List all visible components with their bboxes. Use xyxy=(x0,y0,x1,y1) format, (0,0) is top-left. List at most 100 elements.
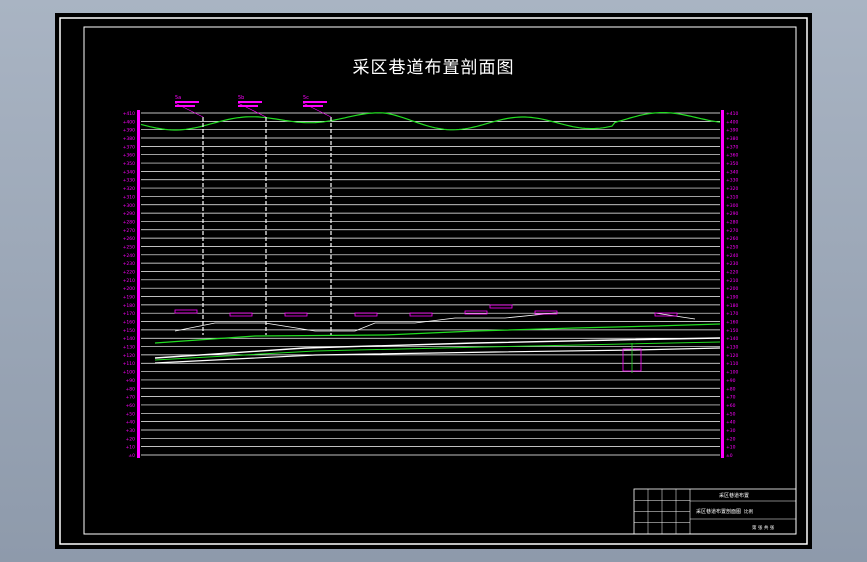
elevation-label: +140 xyxy=(123,336,135,342)
borehole-tag xyxy=(303,105,323,107)
coal-seams xyxy=(154,304,721,373)
elevation-label: +60 xyxy=(126,403,136,409)
elevation-label: +260 xyxy=(123,236,135,242)
elevation-label: +410 xyxy=(726,111,738,117)
elevation-label: +290 xyxy=(726,211,738,217)
elevation-label: +210 xyxy=(726,278,738,284)
outer-frame xyxy=(59,17,808,545)
elevation-label: +290 xyxy=(123,211,135,217)
elevation-label: +330 xyxy=(726,178,738,184)
elevation-label: +20 xyxy=(726,436,736,442)
elevation-label: +310 xyxy=(726,194,738,200)
roadway-marker xyxy=(464,310,488,315)
elevation-label: +100 xyxy=(123,370,135,376)
borehole-tag xyxy=(303,101,327,103)
elevation-label: +240 xyxy=(123,253,135,259)
elevation-label: +170 xyxy=(123,311,135,317)
elevation-label: +70 xyxy=(126,395,136,401)
elevation-label: +260 xyxy=(726,236,738,242)
elevation-label: +160 xyxy=(123,320,135,326)
elevation-label: +410 xyxy=(123,111,135,117)
elevation-label: +390 xyxy=(123,128,135,134)
elevation-label: +390 xyxy=(726,128,738,134)
elevation-label: +150 xyxy=(726,328,738,334)
elevation-label: +320 xyxy=(726,186,738,192)
right-elevation-bar xyxy=(721,110,724,458)
elevation-label: +220 xyxy=(123,269,135,275)
cad-drawing-canvas: +410 +400 +390 +380 +370 +360 +350 +340 +330 +320… xyxy=(59,17,808,545)
elevation-label: +210 xyxy=(123,278,135,284)
roadway-outline xyxy=(174,312,696,332)
borehole-tag xyxy=(238,105,258,107)
boreholes: 5a 5b 5c xyxy=(174,95,332,335)
elevation-label: +340 xyxy=(726,169,738,175)
elevation-label: +50 xyxy=(726,411,736,417)
elevation-label: +190 xyxy=(726,295,738,301)
elevation-label: +400 xyxy=(123,119,135,125)
elevation-label: +30 xyxy=(126,428,136,434)
elevation-label: +50 xyxy=(126,411,136,417)
elevation-label: +300 xyxy=(726,203,738,209)
elevation-label: +230 xyxy=(726,261,738,267)
elevation-label: +180 xyxy=(726,303,738,309)
elevation-label: +400 xyxy=(726,119,738,125)
elevation-label: +240 xyxy=(726,253,738,259)
elevation-label: +350 xyxy=(123,161,135,167)
elevation-label: +370 xyxy=(726,144,738,150)
borehole-label: 5b xyxy=(238,95,244,101)
elevation-label: +360 xyxy=(726,153,738,159)
elevation-label: +120 xyxy=(726,353,738,359)
elevation-label: +320 xyxy=(123,186,135,192)
elevation-label: +220 xyxy=(726,269,738,275)
elevation-label: +10 xyxy=(126,445,136,451)
elevation-label: +200 xyxy=(726,286,738,292)
elevation-label: +100 xyxy=(726,370,738,376)
elevation-label: +160 xyxy=(726,320,738,326)
elevation-label: +380 xyxy=(123,136,135,142)
elevation-label: +280 xyxy=(726,219,738,225)
elevation-label: +130 xyxy=(726,345,738,351)
title-block: 采区巷道布置采区巷道布置剖面图 比例第 张 共 张 xyxy=(633,488,797,535)
elevation-label: +70 xyxy=(726,395,736,401)
elevation-label: +330 xyxy=(123,178,135,184)
borehole-label: 5a xyxy=(175,95,181,101)
elevation-labels-right: +410 +400 +390 +380 +370 +360 +350 +340 +330 +320… xyxy=(726,111,738,459)
elevation-label: +120 xyxy=(123,353,135,359)
elevation-label: +20 xyxy=(126,436,136,442)
roadway-marker xyxy=(174,309,198,314)
borehole-tag xyxy=(238,101,262,103)
elevation-label: +190 xyxy=(123,295,135,301)
elevation-label: +250 xyxy=(726,244,738,250)
elevation-label: +230 xyxy=(123,261,135,267)
elevation-label: +350 xyxy=(726,161,738,167)
elevation-label: +170 xyxy=(726,311,738,317)
roadway-marker xyxy=(489,304,513,309)
elevation-label: +270 xyxy=(123,228,135,234)
elevation-label: ±0 xyxy=(726,453,733,459)
elevation-label: +10 xyxy=(726,445,736,451)
elevation-label: +270 xyxy=(726,228,738,234)
elevation-label: +90 xyxy=(726,378,736,384)
elevation-label: +380 xyxy=(726,136,738,142)
elevation-label: ±0 xyxy=(128,453,135,459)
elevation-label: +30 xyxy=(726,428,736,434)
elevation-label: +200 xyxy=(123,286,135,292)
elevation-label: +250 xyxy=(123,244,135,250)
inner-frame xyxy=(83,26,797,535)
elevation-grid xyxy=(137,110,724,458)
elevation-label: +40 xyxy=(726,420,736,426)
title-block-name: 采区巷道布置剖面图 xyxy=(696,508,741,515)
elevation-label: +80 xyxy=(126,386,136,392)
elevation-label: +360 xyxy=(123,153,135,159)
title-block-scale: 比例 xyxy=(744,508,753,515)
elevation-label: +110 xyxy=(726,361,738,367)
elevation-label: +40 xyxy=(126,420,136,426)
elevation-label: +310 xyxy=(123,194,135,200)
elevation-label: +300 xyxy=(123,203,135,209)
elevation-label: +80 xyxy=(726,386,736,392)
elevation-label: +370 xyxy=(123,144,135,150)
elevation-label: +140 xyxy=(726,336,738,342)
borehole-label: 5c xyxy=(303,95,309,101)
elevation-label: +60 xyxy=(726,403,736,409)
elevation-labels-left: +410 +400 +390 +380 +370 +360 +350 +340 +330 +320… xyxy=(123,111,136,459)
